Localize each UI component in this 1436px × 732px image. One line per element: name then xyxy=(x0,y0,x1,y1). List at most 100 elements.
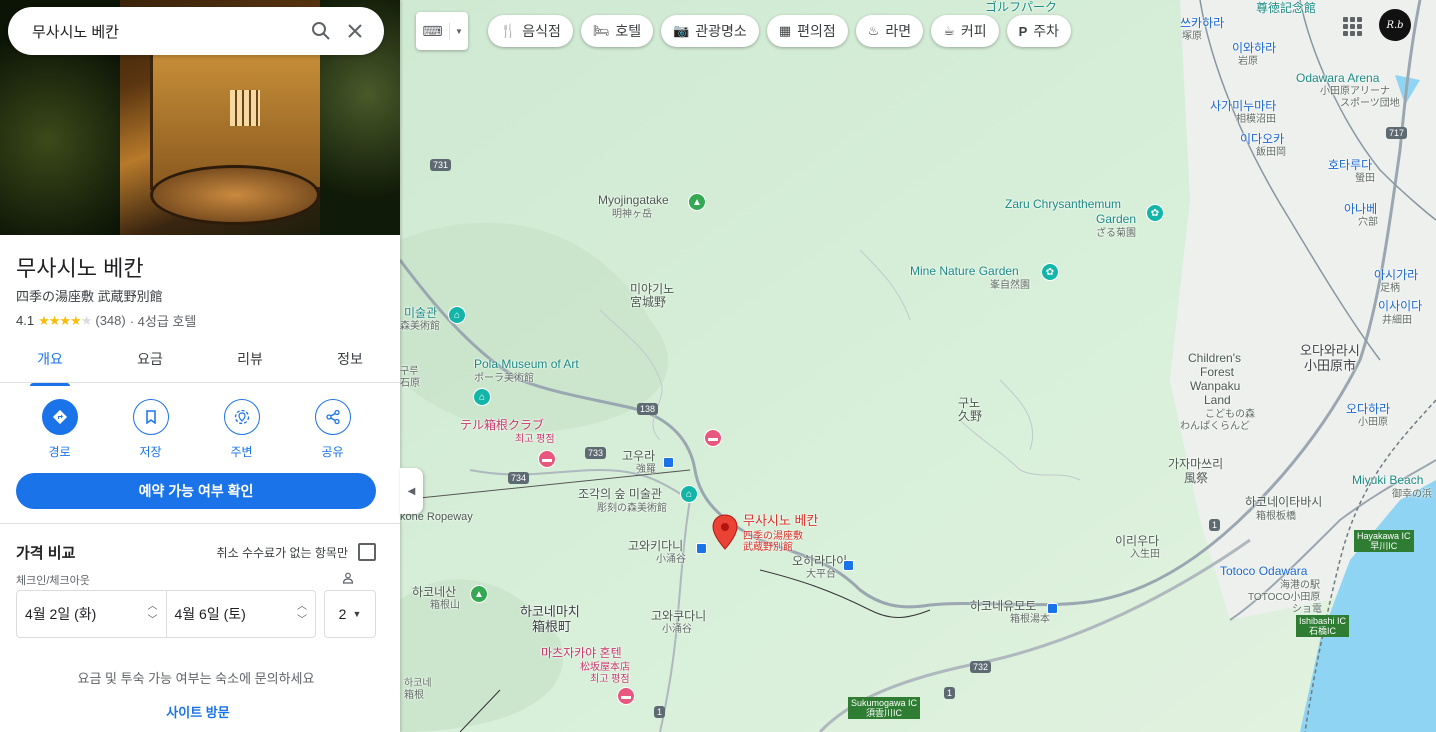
chip-attractions[interactable]: 📷 관광명소 xyxy=(661,15,759,47)
label-childrens-4[interactable]: Land xyxy=(1204,394,1231,407)
label-idaoka[interactable]: 이다오카 xyxy=(1240,133,1284,146)
station-icon[interactable] xyxy=(1047,603,1058,614)
museum-icon[interactable]: ⌂ xyxy=(680,485,698,503)
checkin-checkout-label: 체크인/체크아웃 xyxy=(16,575,90,587)
rating-value: 4.1 xyxy=(16,313,35,328)
search-box[interactable]: 무사시노 베칸 xyxy=(8,7,384,55)
input-tools-button[interactable]: ⌨ ▼ xyxy=(416,12,468,50)
apps-grid-icon[interactable] xyxy=(1340,14,1364,38)
hotel-icon[interactable]: ▬ xyxy=(538,450,556,468)
store-icon: ▦ xyxy=(778,23,792,38)
chip-restaurant[interactable]: 🍴 음식점 xyxy=(488,15,573,47)
collapse-panel-button[interactable]: ◀ xyxy=(400,468,423,514)
check-availability-button[interactable]: 예약 가능 여부 확인 xyxy=(16,473,376,509)
label-golf[interactable]: ゴルフパーク xyxy=(985,1,1057,14)
mountain-icon[interactable]: ▲ xyxy=(688,193,706,211)
chip-coffee[interactable]: ☕ 커피 xyxy=(931,15,999,47)
search-icon[interactable] xyxy=(304,14,338,48)
label-ohiradai[interactable]: 오히라다이 xyxy=(792,555,847,568)
label-mine[interactable]: Mine Nature Garden xyxy=(910,265,1019,278)
ic-badge: Hayakawa IC 早川IC xyxy=(1354,530,1414,552)
label-club[interactable]: テル箱根クラブ xyxy=(460,419,544,432)
label-childrens-2[interactable]: Forest xyxy=(1200,366,1234,379)
chevron-up-icon[interactable]: ︿ xyxy=(148,600,158,614)
tab-about[interactable]: 정보 xyxy=(300,340,400,382)
chip-parking[interactable]: P 주차 xyxy=(1006,15,1072,47)
mountain-icon[interactable]: ▲ xyxy=(470,585,488,603)
label-mine-jp: 峯自然園 xyxy=(990,280,1030,291)
tab-overview[interactable]: 개요 xyxy=(0,340,100,386)
person-icon xyxy=(342,572,354,587)
label-kowakidani[interactable]: 고와키다니 xyxy=(628,540,683,553)
station-icon[interactable] xyxy=(696,543,707,554)
checkout-date[interactable]: 4월 6일 (토) ︿ ﹀ xyxy=(165,591,316,637)
chip-ramen[interactable]: ♨ 라면 xyxy=(855,15,924,47)
label-iwahara[interactable]: 이와하라 xyxy=(1232,42,1276,55)
road-badge: 734 xyxy=(508,472,530,484)
label-kowakidani-jp: 小涌谷 xyxy=(656,554,686,565)
label-ashigara[interactable]: 아시가라 xyxy=(1374,269,1418,282)
chevron-down-icon[interactable]: ﹀ xyxy=(297,614,307,628)
divider xyxy=(0,523,400,524)
label-sagami[interactable]: 사가미누마타 xyxy=(1210,100,1276,113)
tab-prices[interactable]: 요금 xyxy=(100,340,200,382)
road-badge: 1 xyxy=(1209,519,1221,531)
label-myojingatake[interactable]: Myojingatake xyxy=(598,194,669,207)
ic-badge: Ishibashi IC 石橋IC xyxy=(1296,615,1350,637)
keyboard-icon[interactable]: ⌨ xyxy=(416,22,450,40)
pin-label[interactable]: 무사시노 베칸 xyxy=(743,514,818,527)
chevron-up-icon[interactable]: ︿ xyxy=(297,600,307,614)
label-hotaruda[interactable]: 호타루다 xyxy=(1328,159,1372,172)
free-cancel-checkbox[interactable] xyxy=(358,543,376,561)
label-itabashi-jp: 箱根板橋 xyxy=(1256,511,1296,522)
nearby-button[interactable]: 주변 xyxy=(196,399,287,460)
label-pola[interactable]: Pola Museum of Art xyxy=(474,358,579,371)
label-matsuzakaya[interactable]: 마츠자카야 혼텐 xyxy=(541,647,622,660)
label-childrens-3[interactable]: Wanpaku xyxy=(1190,380,1240,393)
museum-icon[interactable]: ⌂ xyxy=(448,306,466,324)
label-idaoka-jp: 飯田岡 xyxy=(1256,147,1286,158)
review-count[interactable]: (348) xyxy=(95,313,125,328)
label-isaida[interactable]: 이사이다 xyxy=(1378,300,1422,313)
chip-convenience[interactable]: ▦ 편의점 xyxy=(766,15,848,47)
search-input[interactable]: 무사시노 베칸 xyxy=(32,21,304,42)
close-icon[interactable] xyxy=(338,14,372,48)
hotel-icon[interactable]: ▬ xyxy=(617,687,635,705)
label-miyuki[interactable]: Miyuki Beach xyxy=(1352,474,1423,487)
directions-button[interactable]: 경로 xyxy=(14,399,105,460)
guest-select[interactable]: 2 ▼ xyxy=(324,590,376,638)
label-sculpture[interactable]: 조각의 숲 미술관 xyxy=(578,488,662,501)
chip-hotel[interactable]: 🛏 호텔 xyxy=(580,15,654,47)
garden-icon[interactable]: ✿ xyxy=(1041,263,1059,281)
selected-place-pin-icon[interactable] xyxy=(712,514,738,550)
label-miyuki-jp: 御幸の浜 xyxy=(1392,489,1432,500)
road-badge: 1 xyxy=(654,706,666,718)
label-nitoku[interactable]: 尊徳記念館 xyxy=(1256,2,1316,15)
checkin-date[interactable]: 4월 2일 (화) ︿ ﹀ xyxy=(17,591,166,637)
label-arena[interactable]: Odawara Arena xyxy=(1296,72,1379,85)
caret-down-icon[interactable]: ▼ xyxy=(450,27,468,36)
chevron-down-icon[interactable]: ﹀ xyxy=(148,614,158,628)
museum-icon[interactable]: ⌂ xyxy=(473,388,491,406)
label-gora[interactable]: 고우라 xyxy=(622,450,655,463)
label-zaru-2[interactable]: Garden xyxy=(1096,213,1136,226)
station-icon[interactable] xyxy=(843,560,854,571)
garden-icon[interactable]: ✿ xyxy=(1146,204,1164,222)
label-hakoneyama[interactable]: 하코네산 xyxy=(412,586,456,599)
label-anabe[interactable]: 아나베 xyxy=(1344,203,1377,216)
label-zukahara[interactable]: 쓰카하라 xyxy=(1180,17,1224,30)
save-button[interactable]: 저장 xyxy=(105,399,196,460)
label-childrens[interactable]: Children's xyxy=(1188,352,1241,365)
station-icon[interactable] xyxy=(663,457,674,468)
nearby-icon xyxy=(223,399,260,435)
visit-site-link[interactable]: 사이트 방문 xyxy=(0,702,396,721)
account-avatar[interactable]: R.b xyxy=(1379,9,1411,41)
label-totoco[interactable]: Totoco Odawara xyxy=(1220,565,1307,578)
label-odawara-st[interactable]: 오다하라 xyxy=(1346,403,1390,416)
label-odawara-city: 오다와라시 xyxy=(1300,343,1360,358)
tab-reviews[interactable]: 리뷰 xyxy=(200,340,300,382)
hotel-icon[interactable]: ▬ xyxy=(704,429,722,447)
label-museum[interactable]: 미술관 xyxy=(404,307,437,320)
share-button[interactable]: 공유 xyxy=(287,399,378,460)
label-zaru[interactable]: Zaru Chrysanthemum xyxy=(1005,198,1121,211)
